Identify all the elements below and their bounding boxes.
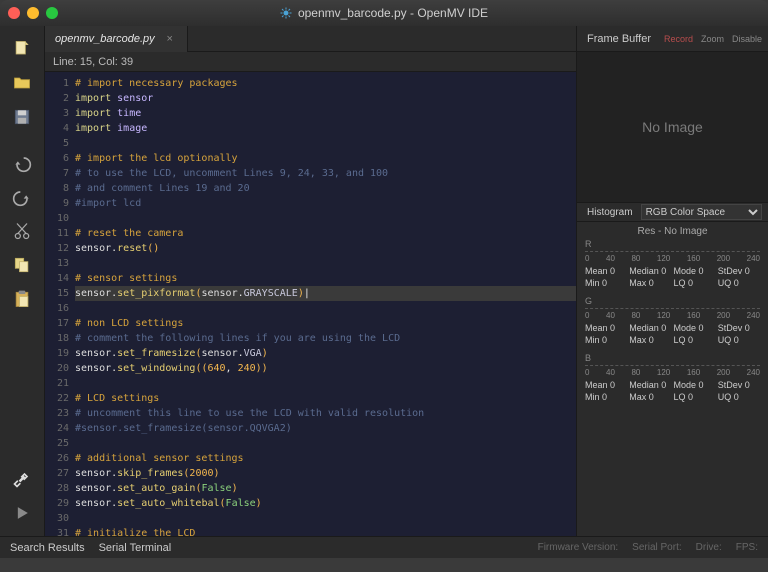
save-file-button[interactable] — [7, 102, 37, 132]
tab-filename: openmv_barcode.py — [55, 33, 155, 45]
frame-buffer-empty-label: No Image — [642, 119, 703, 135]
frame-buffer-view: No Image — [577, 52, 768, 202]
footer: Search Results Serial Terminal Firmware … — [0, 536, 768, 558]
titlebar: openmv_barcode.py - OpenMV IDE — [0, 0, 768, 26]
histogram-channel-r: R04080120160200240Mean 0Median 0Mode 0St… — [577, 239, 768, 296]
color-space-select[interactable]: RGB Color Space — [641, 204, 762, 220]
close-window-button[interactable] — [8, 7, 20, 19]
left-toolbar — [0, 26, 45, 536]
close-tab-button[interactable]: × — [163, 33, 177, 45]
fb-action-record[interactable]: Record — [664, 34, 693, 44]
fb-action-disable[interactable]: Disable — [732, 34, 762, 44]
minimize-window-button[interactable] — [27, 7, 39, 19]
frame-buffer-title: Frame Buffer — [587, 33, 651, 45]
redo-button[interactable] — [7, 182, 37, 212]
connect-button[interactable] — [7, 464, 37, 494]
histogram-title: Histogram — [587, 207, 633, 218]
paste-button[interactable] — [7, 284, 37, 314]
cursor-position: Line: 15, Col: 39 — [45, 52, 576, 72]
firmware-version-label: Firmware Version: — [538, 542, 619, 553]
serial-port-label: Serial Port: — [632, 542, 681, 553]
editor-tab[interactable]: openmv_barcode.py × — [45, 26, 188, 52]
histogram-channel-b: B04080120160200240Mean 0Median 0Mode 0St… — [577, 353, 768, 410]
new-file-button[interactable] — [7, 34, 37, 64]
zoom-window-button[interactable] — [46, 7, 58, 19]
window-title: openmv_barcode.py - OpenMV IDE — [298, 6, 488, 20]
app-icon — [280, 7, 292, 19]
histogram-resolution: Res - No Image — [577, 222, 768, 239]
copy-button[interactable] — [7, 250, 37, 280]
undo-button[interactable] — [7, 148, 37, 178]
fb-action-zoom[interactable]: Zoom — [701, 34, 724, 44]
run-button[interactable] — [7, 498, 37, 528]
footer-tab-search[interactable]: Search Results — [10, 542, 85, 554]
histogram-channel-g: G04080120160200240Mean 0Median 0Mode 0St… — [577, 296, 768, 353]
footer-tab-serial[interactable]: Serial Terminal — [99, 542, 172, 554]
cut-button[interactable] — [7, 216, 37, 246]
drive-label: Drive: — [696, 542, 722, 553]
open-file-button[interactable] — [7, 68, 37, 98]
code-editor[interactable]: 1234567891011121314151617181920212223242… — [45, 72, 576, 536]
fps-label: FPS: — [736, 542, 758, 553]
